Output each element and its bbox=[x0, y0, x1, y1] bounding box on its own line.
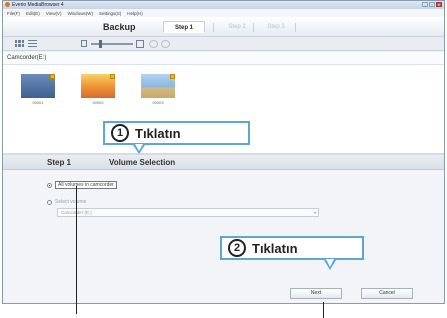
device-header: Camcorder(E:) bbox=[3, 52, 444, 65]
zoom-slider-thumb[interactable] bbox=[99, 40, 102, 48]
selected-check-icon[interactable] bbox=[110, 74, 115, 79]
panel-step-label: Step 1 bbox=[47, 158, 72, 167]
thumbnail-airplane[interactable] bbox=[81, 74, 115, 98]
callout-number: 1 bbox=[111, 124, 129, 142]
thumbnail-pyramid[interactable] bbox=[141, 74, 175, 98]
close-button[interactable]: x bbox=[436, 2, 442, 7]
tab-step-1[interactable]: Step 1 bbox=[163, 21, 205, 33]
device-label: Camcorder(E:) bbox=[7, 55, 47, 61]
callout-text: Tıklatın bbox=[252, 240, 298, 256]
callout-tail-inner bbox=[326, 259, 334, 267]
selected-check-icon[interactable] bbox=[50, 74, 55, 79]
selected-check-icon[interactable] bbox=[170, 74, 175, 79]
next-button[interactable]: Next bbox=[290, 288, 342, 299]
step-separator bbox=[213, 23, 214, 32]
callout-number: 2 bbox=[228, 239, 246, 257]
menu-view[interactable]: View(V) bbox=[46, 11, 62, 16]
menu-bar: File(F) Edit(E) View(V) Windows(W) Setti… bbox=[3, 9, 444, 17]
app-logo-icon bbox=[5, 2, 10, 7]
radio-all-volumes[interactable]: All volumes in camcorder bbox=[47, 181, 117, 189]
zoom-slider[interactable] bbox=[91, 43, 133, 45]
pointer-line bbox=[76, 186, 77, 314]
zoom-in-icon[interactable] bbox=[136, 40, 144, 48]
rotate-right-icon[interactable] bbox=[161, 40, 170, 48]
minimize-button[interactable]: - bbox=[422, 2, 428, 7]
cancel-button[interactable]: Cancel bbox=[361, 288, 413, 299]
thumbnail-concert[interactable] bbox=[21, 74, 55, 98]
callout-step-2: 2 Tıklatın bbox=[220, 236, 364, 260]
window-title: Everio MediaBrowser 4 bbox=[12, 2, 64, 8]
panel-title: Volume Selection bbox=[109, 158, 176, 167]
title-bar: Everio MediaBrowser 4 - ▫ x bbox=[3, 1, 444, 9]
callout-text: Tıklatın bbox=[135, 125, 181, 141]
list-view-icon[interactable] bbox=[28, 40, 37, 47]
tab-step-2: Step 2 bbox=[228, 24, 246, 30]
radio-select-volume-label: Select volume bbox=[55, 199, 87, 205]
menu-edit[interactable]: Edit(E) bbox=[26, 11, 40, 16]
step-panel: Step 1 Volume Selection All volumes in c… bbox=[3, 155, 444, 303]
radio-select-volume[interactable]: Select volume bbox=[47, 199, 86, 205]
steps-bar: Backup Step 1 Step 2 Step 3 bbox=[3, 17, 444, 37]
window-controls: - ▫ x bbox=[422, 2, 442, 7]
volume-select[interactable]: Camcorder (E:) ▾ bbox=[57, 208, 319, 217]
zoom-out-icon[interactable] bbox=[81, 40, 87, 47]
grid-view-icon[interactable] bbox=[15, 40, 24, 47]
maximize-button[interactable]: ▫ bbox=[429, 2, 435, 7]
step-separator bbox=[295, 23, 296, 32]
menu-settings[interactable]: Settings(S) bbox=[99, 11, 121, 16]
thumbnail-name: 00002 bbox=[92, 100, 104, 105]
step-separator bbox=[253, 23, 254, 32]
radio-button-selected[interactable] bbox=[47, 182, 52, 188]
menu-windows[interactable]: Windows(W) bbox=[67, 11, 93, 16]
menu-file[interactable]: File(F) bbox=[7, 11, 20, 16]
mode-title: Backup bbox=[103, 22, 136, 32]
menu-help[interactable]: Help(H) bbox=[127, 11, 143, 16]
tab-step-3: Step 3 bbox=[267, 24, 285, 30]
radio-button[interactable] bbox=[47, 199, 52, 205]
thumbnail-name: 00003 bbox=[152, 100, 164, 105]
callout-step-1: 1 Tıklatın bbox=[103, 121, 250, 145]
callout-tail-inner bbox=[135, 144, 143, 151]
rotate-left-icon[interactable] bbox=[149, 40, 158, 48]
radio-all-volumes-label: All volumes in camcorder bbox=[55, 181, 117, 189]
chevron-down-icon: ▾ bbox=[313, 210, 316, 215]
panel-header: Step 1 Volume Selection bbox=[3, 155, 444, 170]
pointer-line bbox=[323, 302, 324, 318]
view-toolbar bbox=[3, 37, 444, 51]
thumbnail-name: 00001 bbox=[32, 100, 44, 105]
